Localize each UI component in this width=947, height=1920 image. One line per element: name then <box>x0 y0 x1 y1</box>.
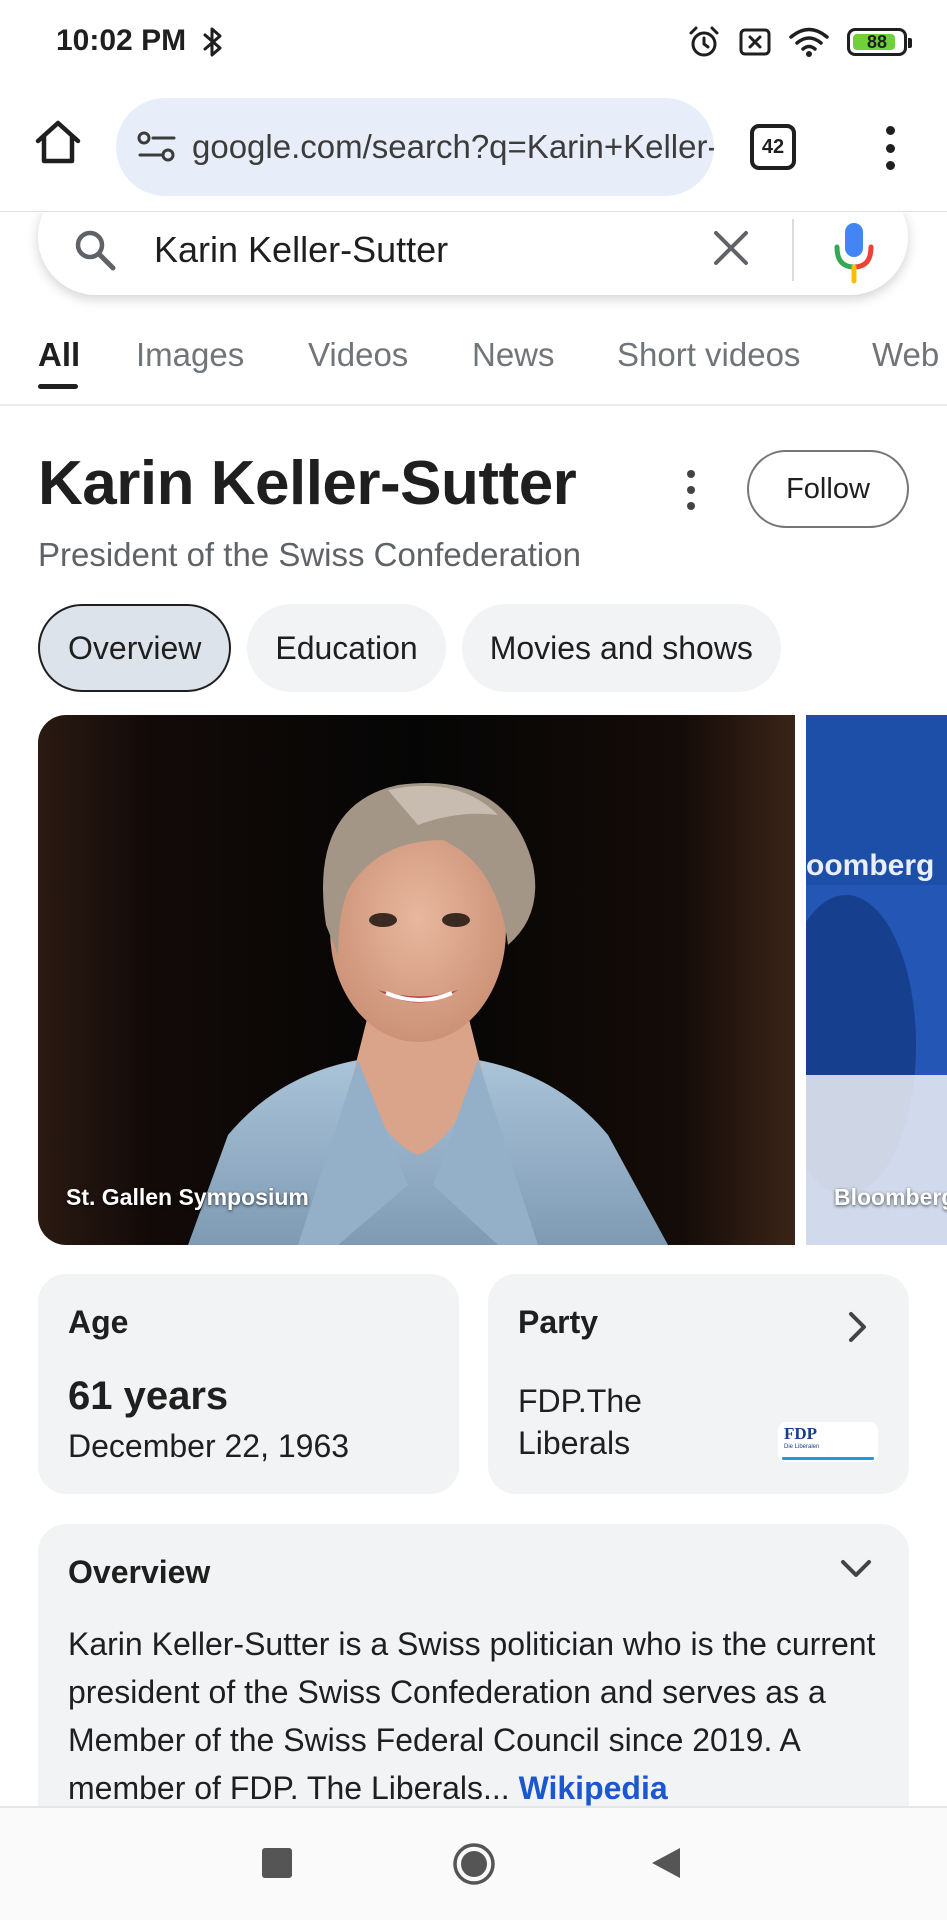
follow-button[interactable]: Follow <box>747 450 909 528</box>
active-tab-indicator <box>38 384 78 389</box>
image-carousel: St. Gallen Symposium oomberg Bloomberg <box>38 715 947 1245</box>
party-logo: FDP Die Liberalen <box>778 1422 878 1462</box>
svg-text:oomberg: oomberg <box>806 849 934 882</box>
portrait-illustration <box>38 715 795 1245</box>
overview-title: Overview <box>68 1554 211 1590</box>
more-vert-icon[interactable] <box>870 124 910 172</box>
address-bar[interactable]: google.com/search?q=Karin+Keller-Sutter <box>116 98 714 196</box>
system-nav-bar <box>0 1806 947 1920</box>
birth-date: December 22, 1963 <box>68 1428 350 1464</box>
party-label: Party <box>518 1304 599 1340</box>
image-source-caption-2: Bloomberg <box>834 1184 947 1210</box>
tab-all[interactable]: All <box>38 336 80 374</box>
home-circle-icon[interactable] <box>452 1842 496 1886</box>
wifi-icon <box>789 27 829 57</box>
tab-count: 42 <box>761 135 785 158</box>
status-time: 10:02 PM <box>56 24 187 57</box>
chip-movies-and-shows[interactable]: Movies and shows <box>461 604 781 692</box>
search-tabs: All Images Videos News Short videos Web <box>0 322 947 406</box>
tab-news[interactable]: News <box>472 336 555 374</box>
mic-icon[interactable] <box>828 219 880 285</box>
browser-toolbar: google.com/search?q=Karin+Keller-Sutter … <box>0 84 947 212</box>
overview-card[interactable]: Overview Karin Keller-Sutter is a Swiss … <box>38 1524 909 1824</box>
search-divider <box>792 219 794 281</box>
chevron-down-icon[interactable] <box>839 1558 873 1580</box>
secondary-image[interactable]: oomberg Bloomberg <box>806 715 947 1245</box>
tab-web[interactable]: Web <box>872 336 939 374</box>
tab-videos[interactable]: Videos <box>308 336 408 374</box>
tab-short-videos[interactable]: Short videos <box>617 336 800 374</box>
overview-text: Karin Keller-Sutter is a Swiss politicia… <box>68 1626 876 1806</box>
chip-overview[interactable]: Overview <box>38 604 232 692</box>
chip-education[interactable]: Education <box>247 604 446 692</box>
battery-icon: 88 <box>847 28 912 56</box>
search-input[interactable]: Karin Keller-Sutter <box>154 229 448 271</box>
battery-percent: 88 <box>866 31 888 52</box>
page-subtitle: President of the Swiss Confederation <box>38 536 581 573</box>
url-text[interactable]: google.com/search?q=Karin+Keller-Sutter <box>192 128 714 166</box>
portrait-image[interactable]: St. Gallen Symposium <box>38 715 795 1245</box>
party-card[interactable]: Party FDP.The Liberals FDP Die Liberalen <box>488 1274 909 1494</box>
search-box[interactable]: Karin Keller-Sutter <box>38 213 908 295</box>
back-icon[interactable] <box>650 1846 682 1880</box>
tab-images[interactable]: Images <box>136 336 244 374</box>
clear-icon[interactable] <box>710 227 752 269</box>
search-icon <box>75 230 116 271</box>
tabs-button[interactable]: 42 <box>750 124 796 170</box>
party-value: FDP.The Liberals <box>518 1383 642 1461</box>
age-value: 61 years <box>68 1374 229 1418</box>
status-icons: 88 <box>687 24 912 60</box>
site-settings-icon[interactable] <box>136 129 178 165</box>
more-options-icon[interactable] <box>678 470 704 510</box>
age-card[interactable]: Age 61 years December 22, 1963 <box>38 1274 459 1494</box>
image-source-caption: St. Gallen Symposium <box>66 1184 309 1210</box>
wikipedia-link[interactable]: Wikipedia <box>519 1770 668 1806</box>
home-icon <box>35 120 81 164</box>
alarm-icon <box>689 26 719 57</box>
status-bar: 10:02 PM 88 <box>0 0 947 84</box>
recents-icon[interactable] <box>262 1848 292 1878</box>
bloomberg-illustration: oomberg <box>806 715 947 1245</box>
home-button[interactable] <box>30 114 86 170</box>
page-title: Karin Keller-Sutter <box>38 449 577 518</box>
age-label: Age <box>68 1304 129 1340</box>
no-sim-icon <box>739 28 771 56</box>
topic-chips: Overview Education Movies and shows <box>38 604 781 692</box>
bluetooth-icon <box>203 27 222 57</box>
chevron-right-icon <box>849 1312 866 1342</box>
